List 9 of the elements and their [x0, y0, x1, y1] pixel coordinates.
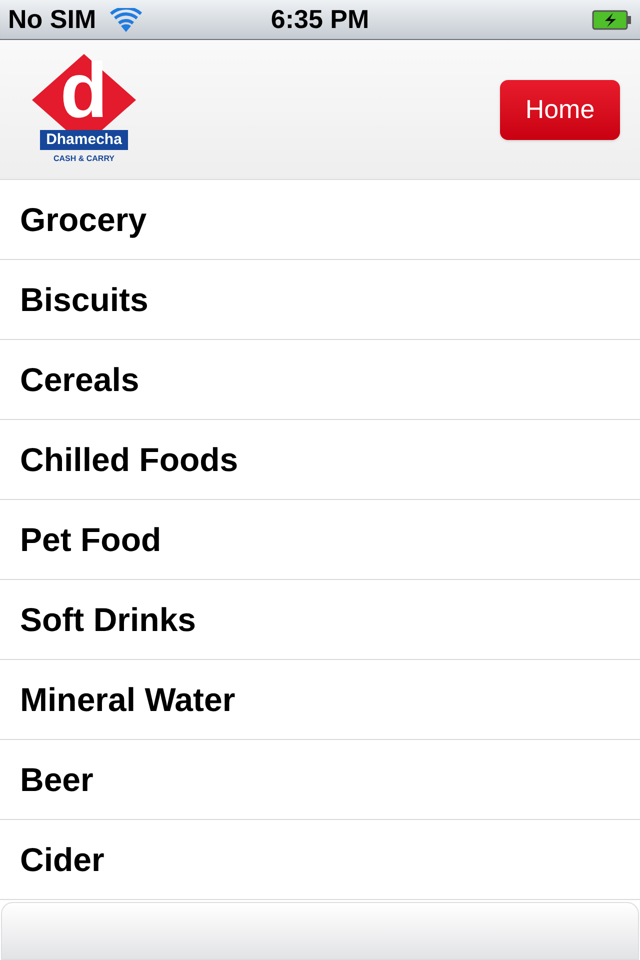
logo-letter: d: [60, 51, 108, 129]
battery-icon: [592, 10, 632, 30]
home-button[interactable]: Home: [500, 80, 620, 140]
time-text: 6:35 PM: [270, 3, 370, 36]
logo-tagline: CASH & CARRY: [53, 153, 115, 165]
carrier-text: No SIM: [8, 3, 96, 36]
logo-name: Dhamecha: [40, 130, 128, 150]
logo-diamond-icon: [32, 54, 136, 130]
wifi-icon: [110, 8, 142, 32]
